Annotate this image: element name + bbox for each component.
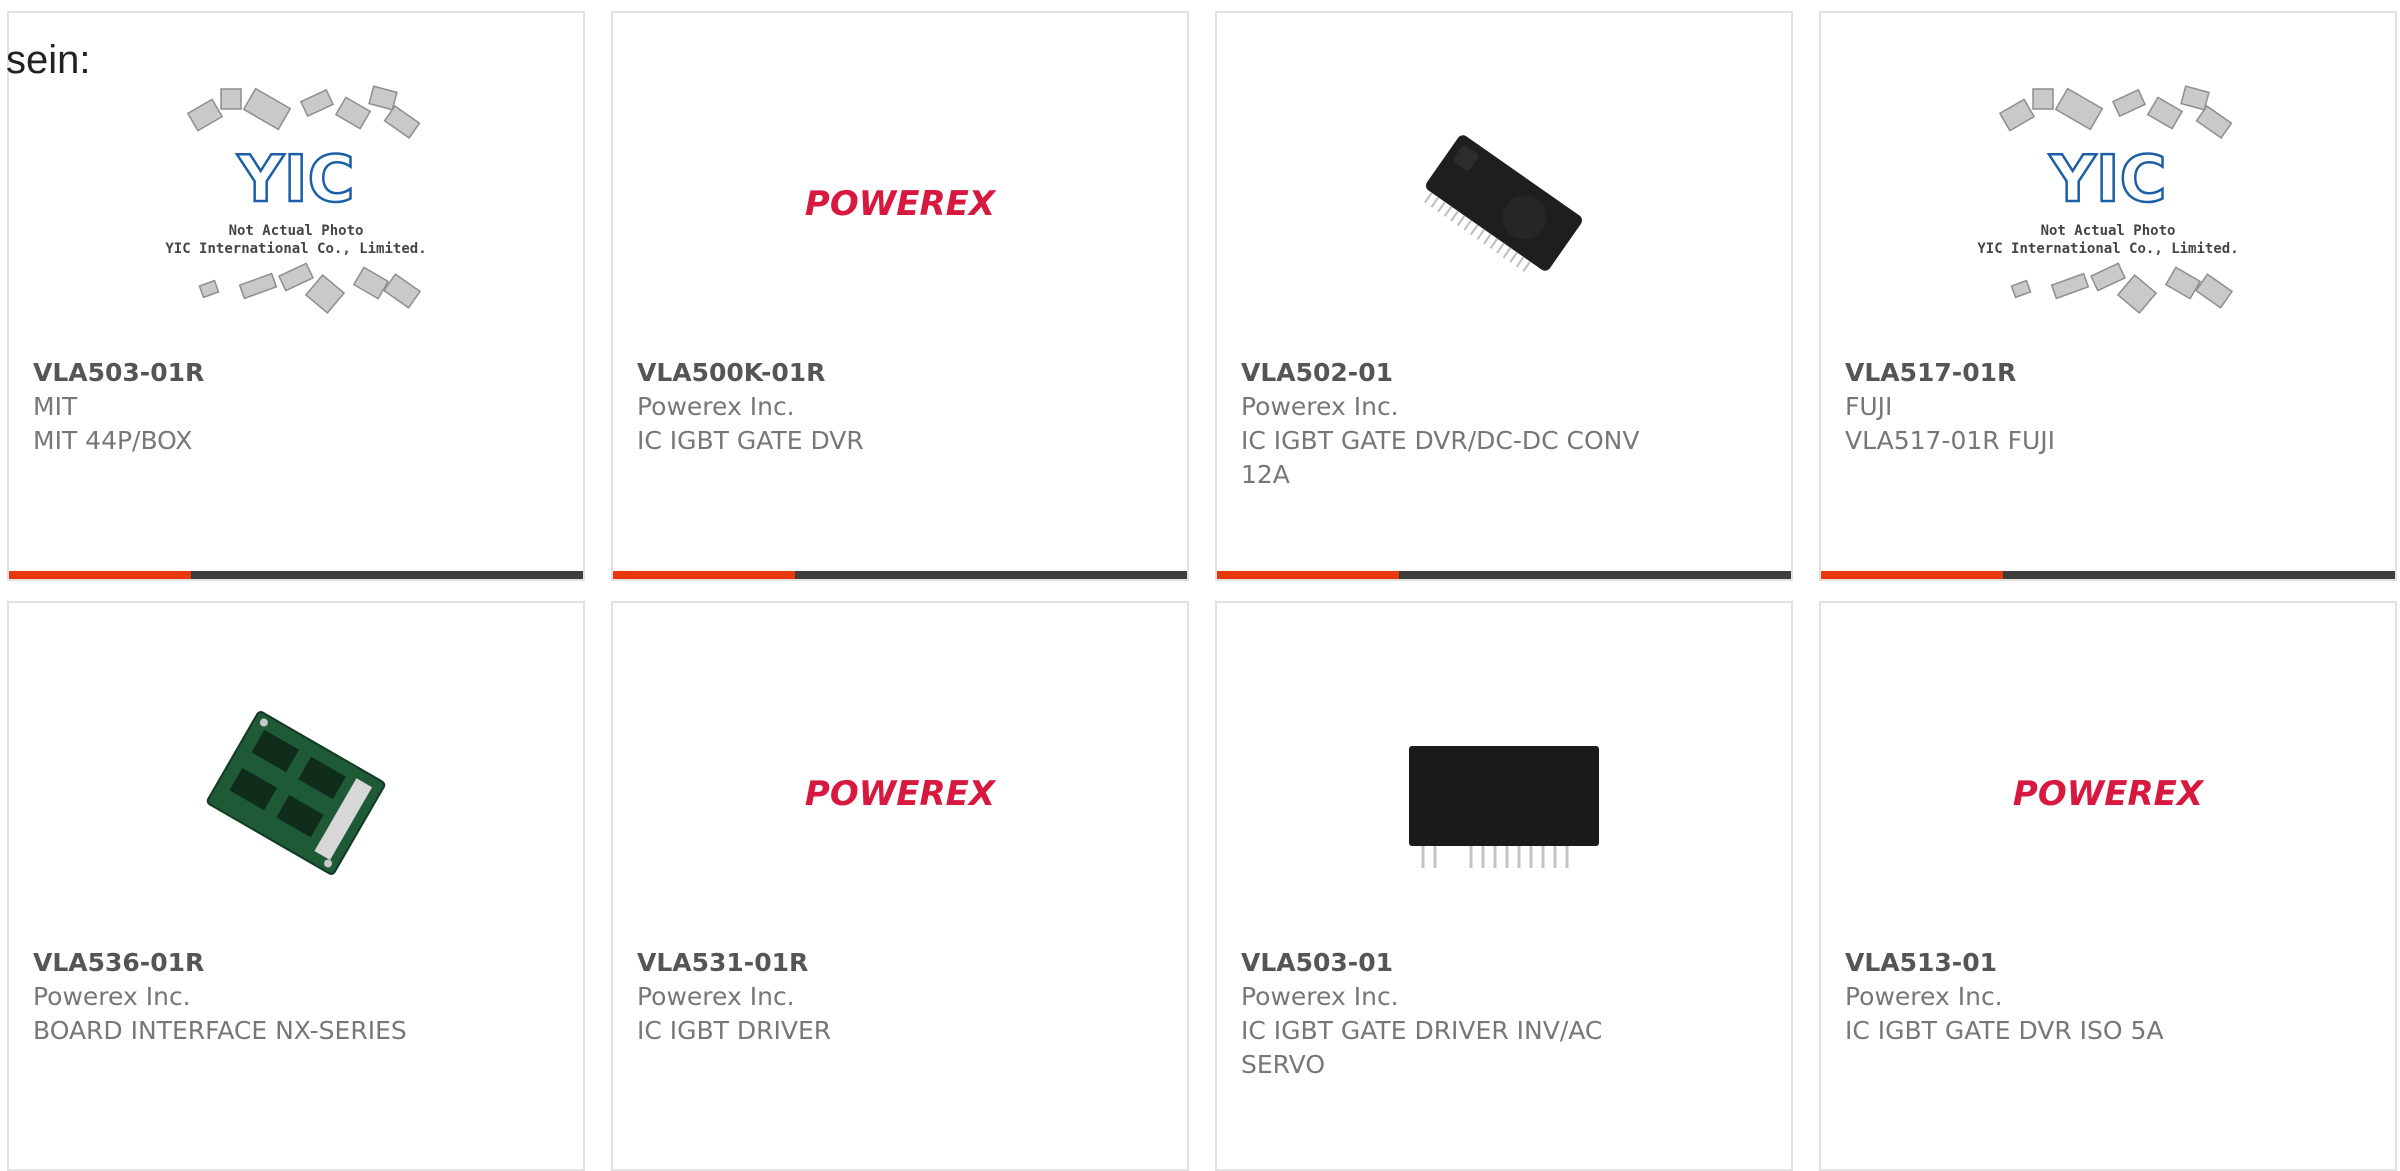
- product-image[interactable]: POWEREX: [613, 53, 1187, 353]
- svg-text:YIC International Co., Limited: YIC International Co., Limited.: [1977, 241, 2238, 257]
- placeholder-image: YIC Not Actual Photo YIC International C…: [165, 85, 427, 315]
- manufacturer: Powerex Inc.: [1845, 982, 2003, 1011]
- product-image[interactable]: [1217, 53, 1791, 353]
- product-card[interactable]: POWEREX VLA513-01 Powerex Inc. IC IGBT G…: [1819, 601, 2397, 1171]
- product-image[interactable]: POWEREX: [613, 643, 1187, 943]
- part-number[interactable]: VLA531-01R: [637, 946, 1163, 980]
- product-card[interactable]: POWEREX VLA500K-01R Powerex Inc. IC IGBT…: [611, 11, 1189, 581]
- product-image[interactable]: POWEREX: [1821, 643, 2395, 943]
- manufacturer: Powerex Inc.: [33, 982, 191, 1011]
- manufacturer: Powerex Inc.: [1241, 982, 1399, 1011]
- manufacturer: MIT: [33, 392, 78, 421]
- product-image[interactable]: YIC Not Actual Photo YIC International C…: [1821, 53, 2395, 353]
- part-number[interactable]: VLA503-01R: [33, 356, 559, 390]
- product-image[interactable]: YIC Not Actual Photo YIC International C…: [9, 53, 583, 353]
- product-card[interactable]: POWEREX VLA531-01R Powerex Inc. IC IGBT …: [611, 601, 1189, 1171]
- product-image[interactable]: [9, 643, 583, 943]
- description: IC IGBT DRIVER: [637, 1016, 832, 1045]
- svg-text:POWEREX: POWEREX: [2013, 774, 2205, 814]
- svg-text:YIC International Co., Limited: YIC International Co., Limited.: [165, 241, 426, 257]
- part-number[interactable]: VLA513-01: [1845, 946, 2371, 980]
- description: IC IGBT GATE DVR: [637, 426, 864, 455]
- sip-module-image: [1409, 746, 1599, 868]
- manufacturer: FUJI: [1845, 392, 1893, 421]
- description: IC IGBT GATE DVR ISO 5A: [1845, 1016, 2164, 1045]
- pcb-board-image: [206, 711, 386, 875]
- part-number[interactable]: VLA500K-01R: [637, 356, 1163, 390]
- description: IC IGBT GATE DVR/DC-DC CONV 12A: [1241, 426, 1640, 489]
- product-card[interactable]: YIC Not Actual Photo YIC International C…: [7, 11, 585, 581]
- powerex-logo: POWEREX: [805, 184, 997, 224]
- description: MIT 44P/BOX: [33, 426, 193, 455]
- svg-text:Not Actual Photo: Not Actual Photo: [2041, 223, 2176, 239]
- part-number[interactable]: VLA517-01R: [1845, 356, 2371, 390]
- product-card[interactable]: VLA502-01 Powerex Inc. IC IGBT GATE DVR/…: [1215, 11, 1793, 581]
- manufacturer: Powerex Inc.: [1241, 392, 1399, 421]
- product-card[interactable]: YIC Not Actual Photo YIC International C…: [1819, 11, 2397, 581]
- powerex-logo: POWEREX: [2013, 774, 2205, 814]
- svg-text:YIC: YIC: [236, 143, 354, 217]
- card-bottom-bar: [1217, 571, 1791, 579]
- manufacturer: Powerex Inc.: [637, 982, 795, 1011]
- product-image[interactable]: [1217, 643, 1791, 943]
- description: IC IGBT GATE DRIVER INV/AC SERVO: [1241, 1016, 1603, 1079]
- svg-text:POWEREX: POWEREX: [805, 184, 997, 224]
- description: VLA517-01R FUJI: [1845, 426, 2055, 455]
- card-bottom-bar: [1821, 571, 2395, 579]
- product-card[interactable]: VLA503-01 Powerex Inc. IC IGBT GATE DRIV…: [1215, 601, 1793, 1171]
- card-bottom-bar: [9, 571, 583, 579]
- powerex-logo: POWEREX: [805, 774, 997, 814]
- svg-text:POWEREX: POWEREX: [805, 774, 997, 814]
- intro-text: sein:: [6, 38, 91, 82]
- manufacturer: Powerex Inc.: [637, 392, 795, 421]
- product-card[interactable]: VLA536-01R Powerex Inc. BOARD INTERFACE …: [7, 601, 585, 1171]
- card-bottom-bar: [613, 571, 1187, 579]
- part-number[interactable]: VLA503-01: [1241, 946, 1767, 980]
- svg-text:Not Actual Photo: Not Actual Photo: [229, 223, 364, 239]
- chip-module-image: [1424, 135, 1583, 272]
- part-number[interactable]: VLA536-01R: [33, 946, 559, 980]
- svg-text:YIC: YIC: [2048, 143, 2166, 217]
- part-number[interactable]: VLA502-01: [1241, 356, 1767, 390]
- placeholder-image: YIC Not Actual Photo YIC International C…: [1977, 85, 2239, 315]
- description: BOARD INTERFACE NX-SERIES: [33, 1016, 407, 1045]
